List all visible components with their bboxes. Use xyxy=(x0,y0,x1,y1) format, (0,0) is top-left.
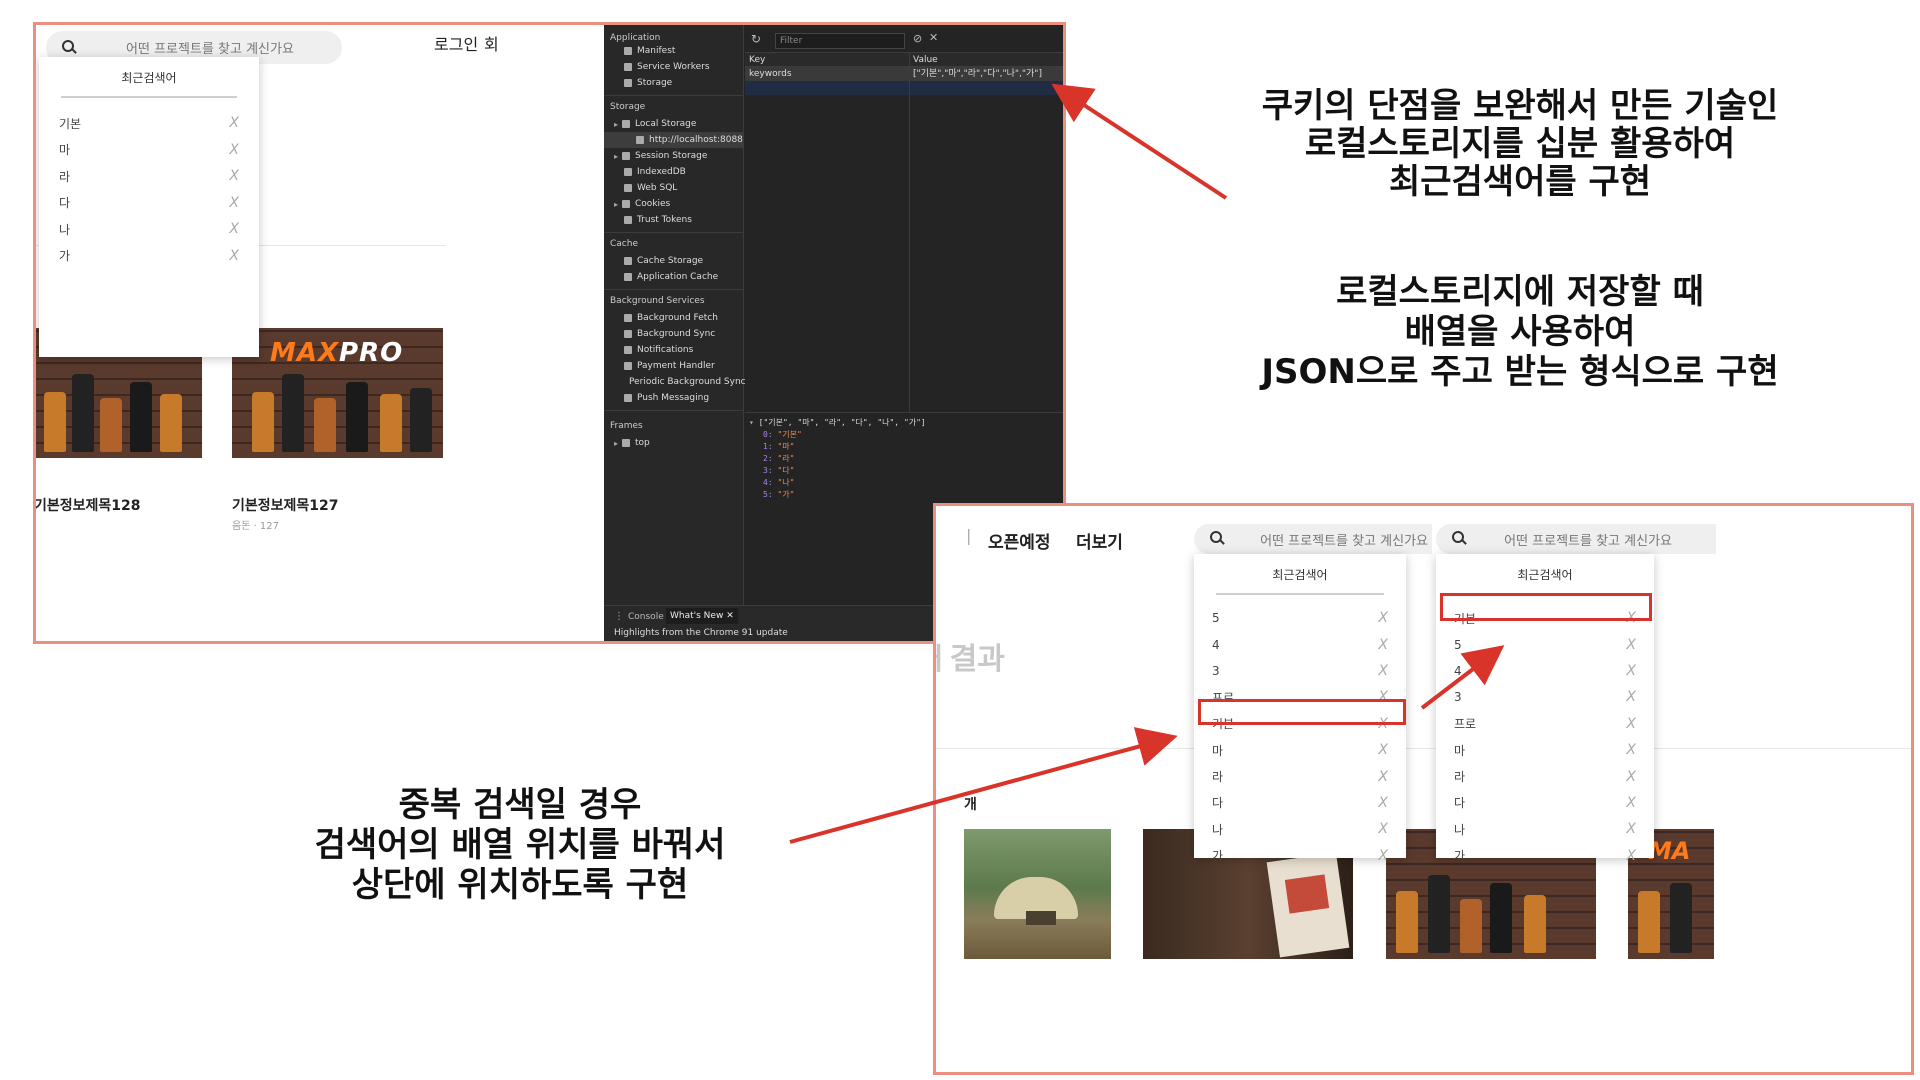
arrow-to-duplicate-item xyxy=(789,727,1178,844)
arrow-to-moved-item xyxy=(1420,645,1505,710)
arrow-to-localstorage-row xyxy=(1051,83,1228,200)
annotation-arrows xyxy=(789,83,1505,844)
